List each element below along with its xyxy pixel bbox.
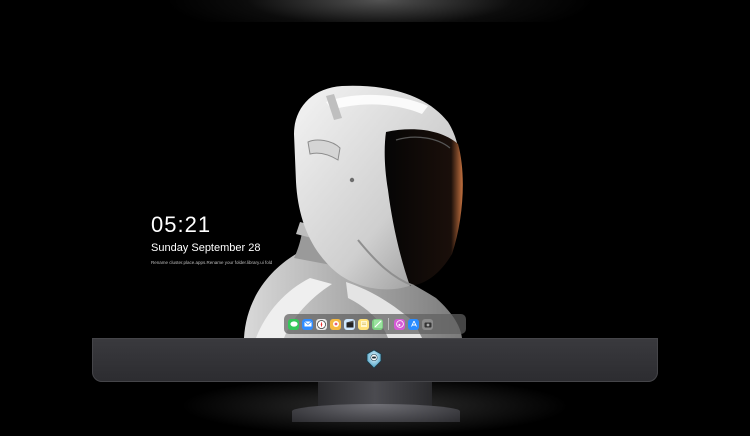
monitor-chin — [92, 338, 658, 382]
camera-icon[interactable] — [422, 318, 433, 330]
monitor-stand-base — [292, 404, 460, 422]
notes-icon[interactable] — [358, 318, 369, 330]
dock — [284, 314, 466, 334]
messages-icon[interactable] — [288, 318, 299, 330]
itunes-icon[interactable] — [394, 318, 405, 330]
clock-widget: 05:21 Sunday September 28 Rename cluster… — [151, 212, 272, 265]
mail-icon[interactable] — [302, 318, 313, 330]
dock-separator — [388, 318, 389, 330]
safari-icon[interactable] — [316, 318, 327, 330]
maps-icon[interactable] — [372, 318, 383, 330]
photos-icon[interactable] — [330, 318, 341, 330]
desktop-screen: 05:21 Sunday September 28 Rename cluster… — [96, 22, 658, 338]
clapperboard-icon[interactable] — [344, 318, 355, 330]
astronaut-wallpaper — [244, 85, 463, 338]
clock-date: Sunday September 28 — [151, 242, 261, 254]
astronaut-logo-icon — [366, 349, 382, 369]
clock-caption: Rename cluster.place.apps.Rename your fo… — [151, 260, 273, 265]
clock-time: 05:21 — [151, 212, 212, 237]
app-store-icon[interactable] — [408, 318, 419, 330]
